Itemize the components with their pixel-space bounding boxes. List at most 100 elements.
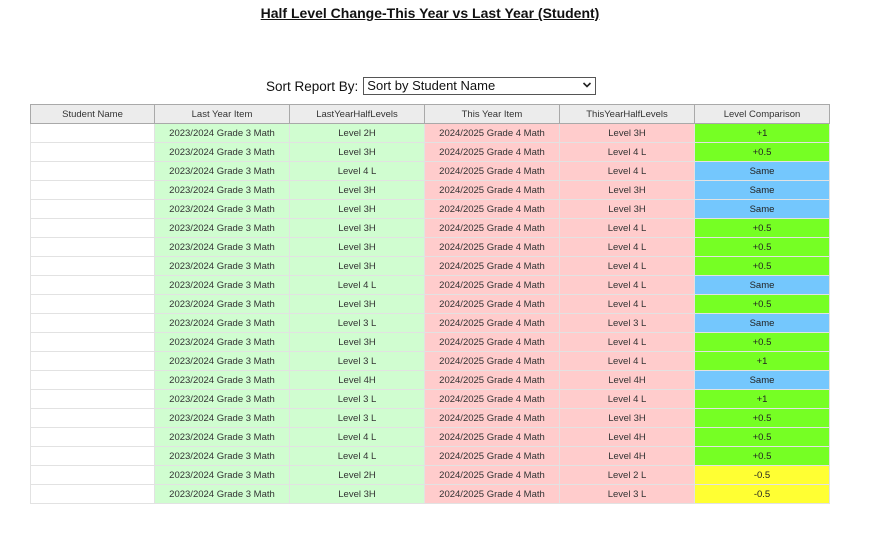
table-row: 2023/2024 Grade 3 Math Level 4 L 2024/2025…	[30, 161, 830, 181]
level-comparison-cell: Same	[694, 370, 830, 390]
this-year-item-cell: 2024/2025 Grade 4 Math	[424, 180, 560, 200]
this-year-item-cell: 2024/2025 Grade 4 Math	[424, 199, 560, 219]
last-year-half-level-cell: Level 3H	[289, 294, 425, 314]
last-year-half-level-cell: Level 4 L	[289, 446, 425, 466]
this-year-item-cell: 2024/2025 Grade 4 Math	[424, 484, 560, 504]
level-comparison-cell: +0.5	[694, 427, 830, 447]
level-comparison-cell: +0.5	[694, 446, 830, 466]
last-year-item-cell: 2023/2024 Grade 3 Math	[154, 199, 290, 219]
student-name-cell	[30, 161, 155, 181]
level-comparison-cell: Same	[694, 199, 830, 219]
this-year-item-cell: 2024/2025 Grade 4 Math	[424, 218, 560, 238]
student-name-cell	[30, 389, 155, 409]
student-name-cell	[30, 294, 155, 314]
this-year-half-level-cell: Level 4H	[559, 446, 695, 466]
sort-bar: Sort Report By: Sort by Student Name	[266, 77, 597, 95]
level-comparison-cell: -0.5	[694, 484, 830, 504]
student-name-cell	[30, 142, 155, 162]
last-year-item-cell: 2023/2024 Grade 3 Math	[154, 237, 290, 257]
header-this-year-item[interactable]: This Year Item	[424, 104, 560, 124]
student-name-cell	[30, 218, 155, 238]
last-year-item-cell: 2023/2024 Grade 3 Math	[154, 351, 290, 371]
level-comparison-cell: Same	[694, 180, 830, 200]
this-year-item-cell: 2024/2025 Grade 4 Math	[424, 161, 560, 181]
last-year-item-cell: 2023/2024 Grade 3 Math	[154, 370, 290, 390]
report-title: Half Level Change-This Year vs Last Year…	[260, 5, 600, 21]
this-year-half-level-cell: Level 4 L	[559, 351, 695, 371]
chevron-down-icon	[583, 82, 592, 88]
last-year-item-cell: 2023/2024 Grade 3 Math	[154, 142, 290, 162]
table-row: 2023/2024 Grade 3 Math Level 3H 2024/2025 …	[30, 332, 830, 352]
last-year-half-level-cell: Level 2H	[289, 465, 425, 485]
student-name-cell	[30, 446, 155, 466]
level-comparison-cell: Same	[694, 313, 830, 333]
this-year-half-level-cell: Level 4 L	[559, 142, 695, 162]
header-last-year-item[interactable]: Last Year Item	[154, 104, 290, 124]
last-year-item-cell: 2023/2024 Grade 3 Math	[154, 484, 290, 504]
table-row: 2023/2024 Grade 3 Math Level 2H 2024/2025 …	[30, 465, 830, 485]
this-year-half-level-cell: Level 3H	[559, 123, 695, 143]
last-year-half-level-cell: Level 3H	[289, 199, 425, 219]
last-year-half-level-cell: Level 3 L	[289, 313, 425, 333]
this-year-item-cell: 2024/2025 Grade 4 Math	[424, 256, 560, 276]
level-comparison-cell: +0.5	[694, 237, 830, 257]
student-name-cell	[30, 408, 155, 428]
sort-select[interactable]: Sort by Student Name	[363, 77, 597, 95]
header-this-year-half-levels[interactable]: ThisYearHalfLevels	[559, 104, 695, 124]
last-year-half-level-cell: Level 2H	[289, 123, 425, 143]
header-student-name[interactable]: Student Name	[30, 104, 155, 124]
table-row: 2023/2024 Grade 3 Math Level 3H 2024/2025 …	[30, 199, 830, 219]
table-row: 2023/2024 Grade 3 Math Level 3H 2024/2025 …	[30, 237, 830, 257]
last-year-half-level-cell: Level 4 L	[289, 161, 425, 181]
level-comparison-cell: +0.5	[694, 294, 830, 314]
level-comparison-cell: +0.5	[694, 142, 830, 162]
last-year-half-level-cell: Level 4H	[289, 370, 425, 390]
table-row: 2023/2024 Grade 3 Math Level 4 L 2024/2025…	[30, 446, 830, 466]
this-year-half-level-cell: Level 4H	[559, 370, 695, 390]
this-year-item-cell: 2024/2025 Grade 4 Math	[424, 123, 560, 143]
last-year-item-cell: 2023/2024 Grade 3 Math	[154, 180, 290, 200]
student-name-cell	[30, 275, 155, 295]
table-row: 2023/2024 Grade 3 Math Level 4 L 2024/2025…	[30, 427, 830, 447]
last-year-item-cell: 2023/2024 Grade 3 Math	[154, 256, 290, 276]
last-year-item-cell: 2023/2024 Grade 3 Math	[154, 218, 290, 238]
last-year-item-cell: 2023/2024 Grade 3 Math	[154, 465, 290, 485]
table-row: 2023/2024 Grade 3 Math Level 3H 2024/2025 …	[30, 142, 830, 162]
this-year-item-cell: 2024/2025 Grade 4 Math	[424, 408, 560, 428]
this-year-item-cell: 2024/2025 Grade 4 Math	[424, 389, 560, 409]
student-name-cell	[30, 199, 155, 219]
this-year-half-level-cell: Level 4H	[559, 427, 695, 447]
table-row: 2023/2024 Grade 3 Math Level 3H 2024/2025 …	[30, 294, 830, 314]
table-row: 2023/2024 Grade 3 Math Level 3 L 2024/2025…	[30, 313, 830, 333]
student-name-cell	[30, 256, 155, 276]
this-year-item-cell: 2024/2025 Grade 4 Math	[424, 332, 560, 352]
this-year-item-cell: 2024/2025 Grade 4 Math	[424, 370, 560, 390]
last-year-item-cell: 2023/2024 Grade 3 Math	[154, 408, 290, 428]
last-year-item-cell: 2023/2024 Grade 3 Math	[154, 275, 290, 295]
last-year-half-level-cell: Level 3H	[289, 332, 425, 352]
last-year-half-level-cell: Level 3 L	[289, 408, 425, 428]
table-row: 2023/2024 Grade 3 Math Level 3 L 2024/2025…	[30, 408, 830, 428]
this-year-half-level-cell: Level 4 L	[559, 161, 695, 181]
this-year-half-level-cell: Level 3H	[559, 408, 695, 428]
this-year-item-cell: 2024/2025 Grade 4 Math	[424, 237, 560, 257]
level-comparison-cell: Same	[694, 275, 830, 295]
student-name-cell	[30, 180, 155, 200]
table-row: 2023/2024 Grade 3 Math Level 4 L 2024/2025…	[30, 275, 830, 295]
table-row: 2023/2024 Grade 3 Math Level 2H 2024/2025 …	[30, 123, 830, 143]
last-year-item-cell: 2023/2024 Grade 3 Math	[154, 389, 290, 409]
header-last-year-half-levels[interactable]: LastYearHalfLevels	[289, 104, 425, 124]
level-comparison-cell: +0.5	[694, 408, 830, 428]
level-comparison-cell: -0.5	[694, 465, 830, 485]
this-year-item-cell: 2024/2025 Grade 4 Math	[424, 313, 560, 333]
student-name-cell	[30, 427, 155, 447]
level-comparison-table: Student Name Last Year Item LastYearHalf…	[30, 104, 830, 504]
this-year-half-level-cell: Level 4 L	[559, 294, 695, 314]
table-row: 2023/2024 Grade 3 Math Level 3H 2024/2025 …	[30, 484, 830, 504]
table-row: 2023/2024 Grade 3 Math Level 3H 2024/2025 …	[30, 218, 830, 238]
header-level-comparison[interactable]: Level Comparison	[694, 104, 830, 124]
last-year-item-cell: 2023/2024 Grade 3 Math	[154, 161, 290, 181]
this-year-half-level-cell: Level 4 L	[559, 389, 695, 409]
last-year-item-cell: 2023/2024 Grade 3 Math	[154, 123, 290, 143]
table-row: 2023/2024 Grade 3 Math Level 4H 2024/2025 …	[30, 370, 830, 390]
